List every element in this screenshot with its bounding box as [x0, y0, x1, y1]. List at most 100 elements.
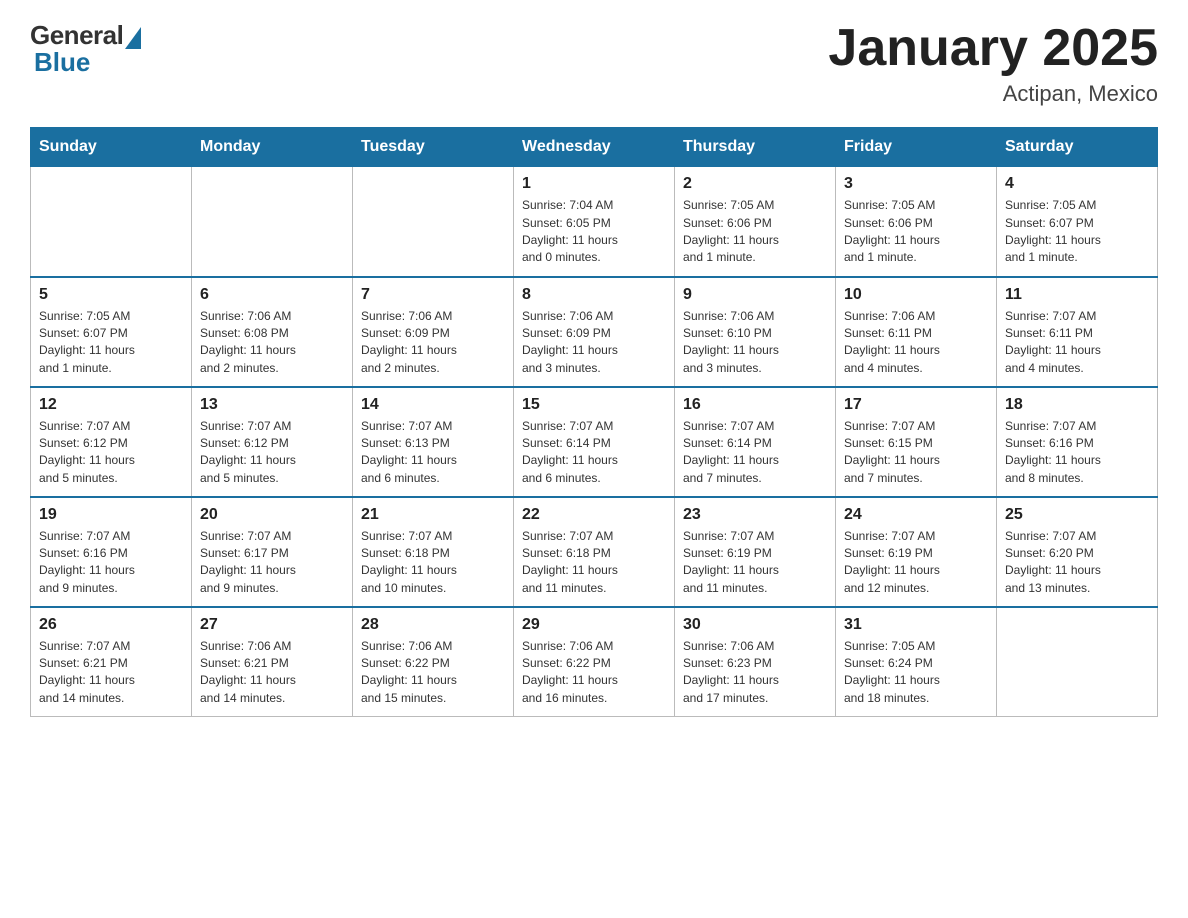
calendar-week-row: 1 Sunrise: 7:04 AM Sunset: 6:05 PM Daylig… [31, 167, 1158, 277]
day-number: 20 [200, 506, 344, 524]
calendar-cell: 9Sunrise: 7:06 AM Sunset: 6:10 PM Daylig… [675, 277, 836, 387]
calendar-cell: 10 Sunrise: 7:06 AM Sunset: 6:11 PM Dayli… [836, 277, 997, 387]
page-header: General Blue January 2025 Actipan, Mexic… [30, 20, 1158, 107]
day-number: 26 [39, 616, 183, 634]
day-info: Sunrise: 7:07 AM Sunset: 6:13 PM Dayligh… [361, 418, 505, 488]
calendar-header-row: SundayMondayTuesdayWednesdayThursdayFrid… [31, 128, 1158, 167]
day-number: 29 [522, 616, 666, 634]
calendar-week-row: 5 Sunrise: 7:05 AM Sunset: 6:07 PM Daylig… [31, 277, 1158, 387]
day-info: Sunrise: 7:07 AM Sunset: 6:20 PM Dayligh… [1005, 528, 1149, 598]
day-info: Sunrise: 7:07 AM Sunset: 6:12 PM Dayligh… [200, 418, 344, 488]
calendar-cell: 12 Sunrise: 7:07 AM Sunset: 6:12 PM Dayli… [31, 387, 192, 497]
day-number: 27 [200, 616, 344, 634]
day-info: Sunrise: 7:06 AM Sunset: 6:09 PM Dayligh… [361, 308, 505, 378]
calendar-cell: 19 Sunrise: 7:07 AM Sunset: 6:16 PM Dayli… [31, 497, 192, 607]
month-title: January 2025 [828, 20, 1158, 77]
calendar-cell: 6 Sunrise: 7:06 AM Sunset: 6:08 PM Daylig… [192, 277, 353, 387]
day-info: Sunrise: 7:06 AM Sunset: 6:23 PM Dayligh… [683, 638, 827, 708]
day-number: 7 [361, 286, 505, 304]
day-info: Sunrise: 7:05 AM Sunset: 6:06 PM Dayligh… [844, 197, 988, 267]
day-number: 2 [683, 175, 827, 193]
calendar-cell: 3 Sunrise: 7:05 AM Sunset: 6:06 PM Daylig… [836, 167, 997, 277]
calendar-cell: 20Sunrise: 7:07 AM Sunset: 6:17 PM Dayli… [192, 497, 353, 607]
day-info: Sunrise: 7:06 AM Sunset: 6:22 PM Dayligh… [522, 638, 666, 708]
day-info: Sunrise: 7:07 AM Sunset: 6:18 PM Dayligh… [522, 528, 666, 598]
calendar-header-thursday: Thursday [675, 128, 836, 167]
calendar-header-wednesday: Wednesday [514, 128, 675, 167]
day-info: Sunrise: 7:05 AM Sunset: 6:06 PM Dayligh… [683, 197, 827, 267]
calendar-cell: 17Sunrise: 7:07 AM Sunset: 6:15 PM Dayli… [836, 387, 997, 497]
calendar-cell: 11 Sunrise: 7:07 AM Sunset: 6:11 PM Dayli… [997, 277, 1158, 387]
calendar-cell: 28Sunrise: 7:06 AM Sunset: 6:22 PM Dayli… [353, 607, 514, 717]
day-number: 10 [844, 286, 988, 304]
day-number: 4 [1005, 175, 1149, 193]
calendar-cell: 30 Sunrise: 7:06 AM Sunset: 6:23 PM Dayli… [675, 607, 836, 717]
day-number: 14 [361, 396, 505, 414]
day-info: Sunrise: 7:06 AM Sunset: 6:10 PM Dayligh… [683, 308, 827, 378]
calendar-cell [997, 607, 1158, 717]
day-number: 16 [683, 396, 827, 414]
day-number: 6 [200, 286, 344, 304]
day-number: 8 [522, 286, 666, 304]
day-info: Sunrise: 7:07 AM Sunset: 6:16 PM Dayligh… [39, 528, 183, 598]
calendar-cell [31, 167, 192, 277]
day-info: Sunrise: 7:05 AM Sunset: 6:07 PM Dayligh… [1005, 197, 1149, 267]
day-number: 17 [844, 396, 988, 414]
logo-triangle-icon [125, 27, 141, 49]
day-info: Sunrise: 7:06 AM Sunset: 6:08 PM Dayligh… [200, 308, 344, 378]
day-info: Sunrise: 7:04 AM Sunset: 6:05 PM Dayligh… [522, 197, 666, 267]
day-number: 19 [39, 506, 183, 524]
day-info: Sunrise: 7:07 AM Sunset: 6:14 PM Dayligh… [683, 418, 827, 488]
calendar-table: SundayMondayTuesdayWednesdayThursdayFrid… [30, 127, 1158, 717]
day-info: Sunrise: 7:07 AM Sunset: 6:14 PM Dayligh… [522, 418, 666, 488]
day-number: 1 [522, 175, 666, 193]
day-info: Sunrise: 7:07 AM Sunset: 6:19 PM Dayligh… [683, 528, 827, 598]
location-subtitle: Actipan, Mexico [828, 81, 1158, 107]
day-info: Sunrise: 7:06 AM Sunset: 6:11 PM Dayligh… [844, 308, 988, 378]
day-info: Sunrise: 7:07 AM Sunset: 6:18 PM Dayligh… [361, 528, 505, 598]
day-info: Sunrise: 7:05 AM Sunset: 6:07 PM Dayligh… [39, 308, 183, 378]
day-number: 23 [683, 506, 827, 524]
day-info: Sunrise: 7:07 AM Sunset: 6:19 PM Dayligh… [844, 528, 988, 598]
calendar-week-row: 19 Sunrise: 7:07 AM Sunset: 6:16 PM Dayli… [31, 497, 1158, 607]
calendar-cell: 22 Sunrise: 7:07 AM Sunset: 6:18 PM Dayli… [514, 497, 675, 607]
day-number: 22 [522, 506, 666, 524]
day-number: 11 [1005, 286, 1149, 304]
calendar-cell: 5 Sunrise: 7:05 AM Sunset: 6:07 PM Daylig… [31, 277, 192, 387]
calendar-week-row: 26 Sunrise: 7:07 AM Sunset: 6:21 PM Dayli… [31, 607, 1158, 717]
calendar-cell: 8 Sunrise: 7:06 AM Sunset: 6:09 PM Daylig… [514, 277, 675, 387]
day-number: 5 [39, 286, 183, 304]
calendar-cell: 27 Sunrise: 7:06 AM Sunset: 6:21 PM Dayli… [192, 607, 353, 717]
day-info: Sunrise: 7:06 AM Sunset: 6:21 PM Dayligh… [200, 638, 344, 708]
day-number: 31 [844, 616, 988, 634]
calendar-cell: 13Sunrise: 7:07 AM Sunset: 6:12 PM Dayli… [192, 387, 353, 497]
calendar-cell: 21 Sunrise: 7:07 AM Sunset: 6:18 PM Dayli… [353, 497, 514, 607]
day-number: 24 [844, 506, 988, 524]
calendar-cell: 25Sunrise: 7:07 AM Sunset: 6:20 PM Dayli… [997, 497, 1158, 607]
day-number: 12 [39, 396, 183, 414]
calendar-cell: 31Sunrise: 7:05 AM Sunset: 6:24 PM Dayli… [836, 607, 997, 717]
calendar-cell: 16 Sunrise: 7:07 AM Sunset: 6:14 PM Dayli… [675, 387, 836, 497]
day-info: Sunrise: 7:07 AM Sunset: 6:11 PM Dayligh… [1005, 308, 1149, 378]
day-info: Sunrise: 7:06 AM Sunset: 6:09 PM Dayligh… [522, 308, 666, 378]
calendar-cell: 14 Sunrise: 7:07 AM Sunset: 6:13 PM Dayli… [353, 387, 514, 497]
day-info: Sunrise: 7:07 AM Sunset: 6:21 PM Dayligh… [39, 638, 183, 708]
day-number: 18 [1005, 396, 1149, 414]
day-number: 21 [361, 506, 505, 524]
calendar-week-row: 12 Sunrise: 7:07 AM Sunset: 6:12 PM Dayli… [31, 387, 1158, 497]
calendar-header-friday: Friday [836, 128, 997, 167]
day-info: Sunrise: 7:06 AM Sunset: 6:22 PM Dayligh… [361, 638, 505, 708]
calendar-cell: 15Sunrise: 7:07 AM Sunset: 6:14 PM Dayli… [514, 387, 675, 497]
day-number: 3 [844, 175, 988, 193]
calendar-cell: 24 Sunrise: 7:07 AM Sunset: 6:19 PM Dayli… [836, 497, 997, 607]
calendar-cell: 29 Sunrise: 7:06 AM Sunset: 6:22 PM Dayli… [514, 607, 675, 717]
day-number: 30 [683, 616, 827, 634]
calendar-cell [353, 167, 514, 277]
day-info: Sunrise: 7:07 AM Sunset: 6:12 PM Dayligh… [39, 418, 183, 488]
calendar-cell: 18Sunrise: 7:07 AM Sunset: 6:16 PM Dayli… [997, 387, 1158, 497]
calendar-cell: 7 Sunrise: 7:06 AM Sunset: 6:09 PM Daylig… [353, 277, 514, 387]
calendar-cell [192, 167, 353, 277]
calendar-header-saturday: Saturday [997, 128, 1158, 167]
title-section: January 2025 Actipan, Mexico [828, 20, 1158, 107]
calendar-cell: 4 Sunrise: 7:05 AM Sunset: 6:07 PM Daylig… [997, 167, 1158, 277]
